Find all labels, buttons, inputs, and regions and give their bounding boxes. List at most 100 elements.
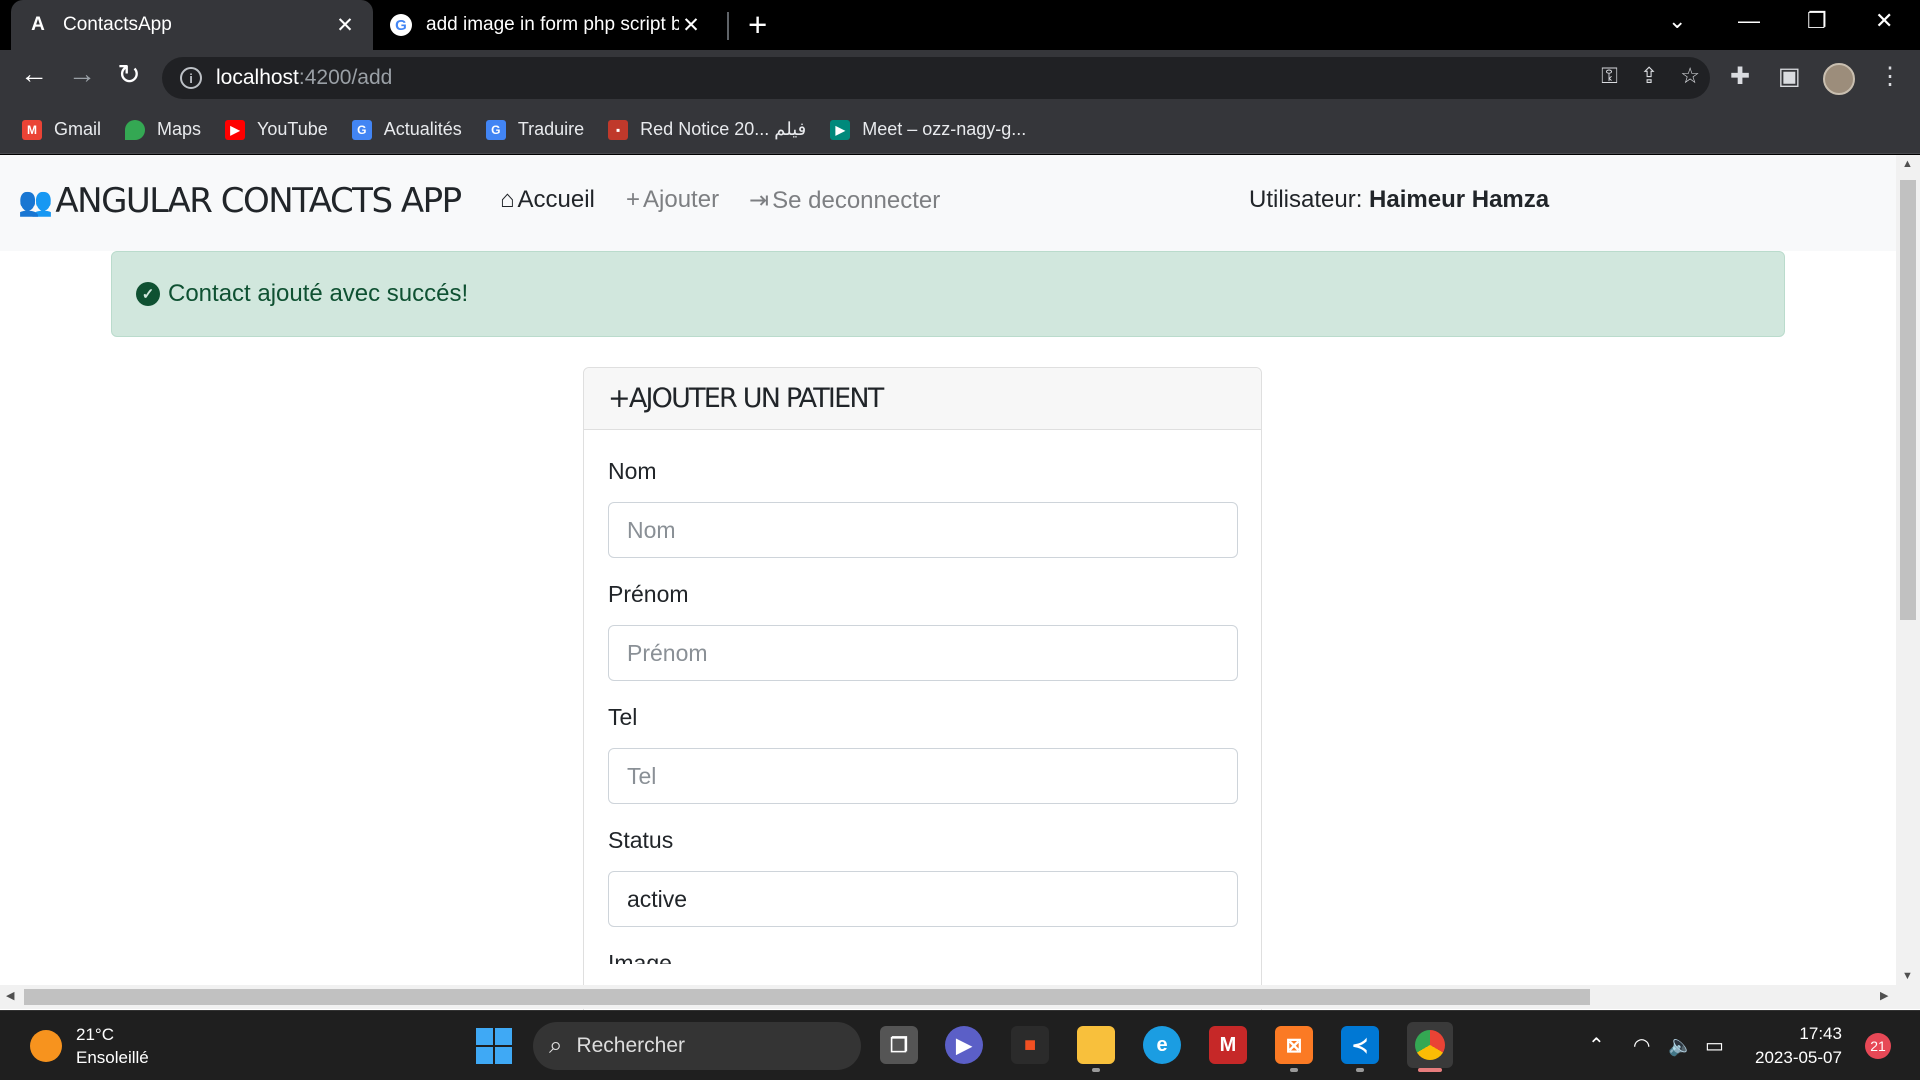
tab-contactsapp[interactable]: A ContactsApp ✕: [11, 0, 373, 50]
active-indicator: [1418, 1068, 1442, 1072]
side-panel-icon[interactable]: ▣: [1778, 62, 1801, 91]
new-tab-icon[interactable]: +: [748, 8, 767, 42]
weather-widget[interactable]: 21°C Ensoleillé: [30, 1023, 149, 1069]
nom-label: Nom: [608, 458, 657, 484]
add-patient-form: Nom Prénom Tel Status Image: [584, 430, 1261, 964]
horizontal-scroll-thumb[interactable]: [24, 989, 1590, 1005]
back-icon[interactable]: ←: [14, 58, 54, 90]
users-icon: 👥: [18, 184, 53, 218]
youtube-icon: ▶: [225, 119, 246, 140]
clock-time: 17:43: [1799, 1024, 1842, 1043]
bookmark-maps[interactable]: Maps: [125, 119, 201, 140]
bookmark-label: Traduire: [517, 119, 585, 139]
bookmark-traduire[interactable]: G Traduire: [485, 119, 585, 140]
nav-add-label: Ajouter: [643, 186, 720, 213]
scroll-up-icon[interactable]: ▲: [1902, 158, 1913, 170]
sun-icon: [30, 1030, 62, 1062]
close-tab-icon[interactable]: ✕: [333, 13, 357, 38]
vertical-scroll-thumb[interactable]: [1900, 180, 1916, 620]
form-group-nom: Nom: [608, 458, 1238, 558]
vscode-icon[interactable]: ≺: [1341, 1026, 1379, 1064]
image-label: Image: [608, 950, 672, 964]
minimize-icon[interactable]: —: [1738, 8, 1760, 34]
movie-icon: ▪: [608, 119, 629, 140]
card-title: AJOUTER UN PATIENT: [628, 383, 884, 414]
news-icon: G: [351, 119, 372, 140]
bookmark-red-notice[interactable]: ▪ Red Notice 20... فيلم: [608, 119, 806, 140]
address-bar[interactable]: i localhost:4200/add ⚿ ⇪ ☆: [162, 57, 1710, 99]
user-name: Haimeur Hamza: [1369, 186, 1550, 213]
browser-tab-strip: A ContactsApp ✕ G add image in form php …: [0, 0, 1920, 50]
tab-divider: [727, 12, 729, 40]
card-header: + AJOUTER UN PATIENT: [584, 368, 1261, 430]
key-icon[interactable]: ⚿: [1601, 63, 1618, 89]
logout-icon: ⇥: [749, 187, 770, 214]
status-input[interactable]: [608, 871, 1238, 927]
bookmark-star-icon[interactable]: ☆: [1680, 63, 1700, 89]
microsoft-store-icon[interactable]: ■: [1011, 1026, 1049, 1064]
nom-input[interactable]: [608, 502, 1238, 558]
url-host: localhost: [216, 66, 299, 89]
nav-home-link[interactable]: ⌂ Accueil: [500, 186, 595, 214]
bookmark-youtube[interactable]: ▶ YouTube: [225, 119, 328, 140]
profile-avatar[interactable]: [1823, 63, 1855, 95]
close-window-icon[interactable]: ✕: [1875, 8, 1893, 34]
extensions-icon[interactable]: ✚: [1730, 62, 1750, 91]
tel-label: Tel: [608, 704, 638, 730]
meet-icon: ▶: [830, 119, 851, 140]
restore-icon[interactable]: ❐: [1807, 8, 1827, 34]
reload-icon[interactable]: ↻: [109, 58, 149, 91]
system-clock[interactable]: 17:43 2023-05-07: [1755, 1022, 1842, 1070]
tab-title: ContactsApp: [63, 14, 172, 35]
google-icon: G: [390, 14, 412, 36]
bookmark-meet[interactable]: ▶ Meet – ozz-nagy-g...: [830, 119, 1026, 140]
edge-icon[interactable]: e: [1143, 1026, 1181, 1064]
alert-message: Contact ajouté avec succés!: [168, 280, 469, 307]
share-icon[interactable]: ⇪: [1640, 63, 1658, 89]
wifi-icon[interactable]: ◠: [1633, 1033, 1650, 1058]
scroll-down-icon[interactable]: ▼: [1902, 970, 1913, 982]
close-tab-icon[interactable]: ✕: [679, 13, 703, 38]
notification-badge[interactable]: 21: [1865, 1033, 1891, 1059]
nav-logout-link[interactable]: ⇥ Se deconnecter: [749, 186, 940, 215]
vertical-scrollbar[interactable]: ▲ ▼: [1896, 155, 1920, 985]
battery-icon[interactable]: ▭: [1705, 1033, 1724, 1058]
xampp-icon[interactable]: ⊠: [1275, 1026, 1313, 1064]
tab-search-chevron-icon[interactable]: ⌄: [1668, 8, 1686, 34]
plus-icon: +: [626, 186, 641, 213]
file-explorer-icon[interactable]: [1077, 1026, 1115, 1064]
bookmark-label: Red Notice 20... فيلم: [640, 119, 807, 139]
app-brand[interactable]: 👥 ANGULAR CONTACTS APP: [18, 181, 462, 221]
browser-toolbar: ← → ↻ i localhost:4200/add ⚿ ⇪ ☆ ✚ ▣ ⋮: [0, 50, 1920, 106]
windows-taskbar: 21°C Ensoleillé ⌕ Rechercher ❐ ▶ ■ e M ⊠…: [0, 1010, 1920, 1080]
brand-text: ANGULAR CONTACTS APP: [55, 181, 462, 221]
bookmark-actualites[interactable]: G Actualités: [351, 119, 462, 140]
bookmark-label: Maps: [157, 119, 202, 139]
forward-icon[interactable]: →: [62, 58, 102, 90]
check-circle-icon: ✓: [136, 282, 160, 306]
chrome-icon[interactable]: [1407, 1022, 1453, 1068]
form-group-status: Status: [608, 827, 1238, 927]
scroll-left-icon[interactable]: ◀: [6, 989, 14, 1002]
translate-icon: G: [485, 119, 506, 140]
task-view-icon[interactable]: ❐: [880, 1026, 918, 1064]
bookmark-gmail[interactable]: M Gmail: [22, 119, 101, 140]
show-hidden-icons-icon[interactable]: ⌃: [1588, 1033, 1605, 1058]
volume-icon[interactable]: 🔈: [1668, 1033, 1693, 1058]
weather-condition: Ensoleillé: [76, 1048, 149, 1067]
tab-google-search[interactable]: G add image in form php script bac ✕: [374, 0, 719, 50]
menu-icon[interactable]: ⋮: [1878, 62, 1902, 91]
tel-input[interactable]: [608, 748, 1238, 804]
user-label: Utilisateur:: [1249, 186, 1363, 213]
nav-add-link[interactable]: + Ajouter: [626, 186, 719, 214]
scroll-right-icon[interactable]: ▶: [1880, 989, 1888, 1002]
angular-icon: A: [31, 14, 45, 35]
taskbar-search[interactable]: ⌕ Rechercher: [533, 1022, 861, 1070]
prenom-input[interactable]: [608, 625, 1238, 681]
success-alert: ✓ Contact ajouté avec succés!: [111, 251, 1785, 337]
teams-chat-icon[interactable]: ▶: [945, 1026, 983, 1064]
horizontal-scrollbar[interactable]: ◀ ▶: [0, 985, 1920, 1009]
windows-start-icon[interactable]: [476, 1028, 512, 1064]
site-info-icon[interactable]: i: [180, 67, 202, 89]
mcafee-icon[interactable]: M: [1209, 1026, 1247, 1064]
